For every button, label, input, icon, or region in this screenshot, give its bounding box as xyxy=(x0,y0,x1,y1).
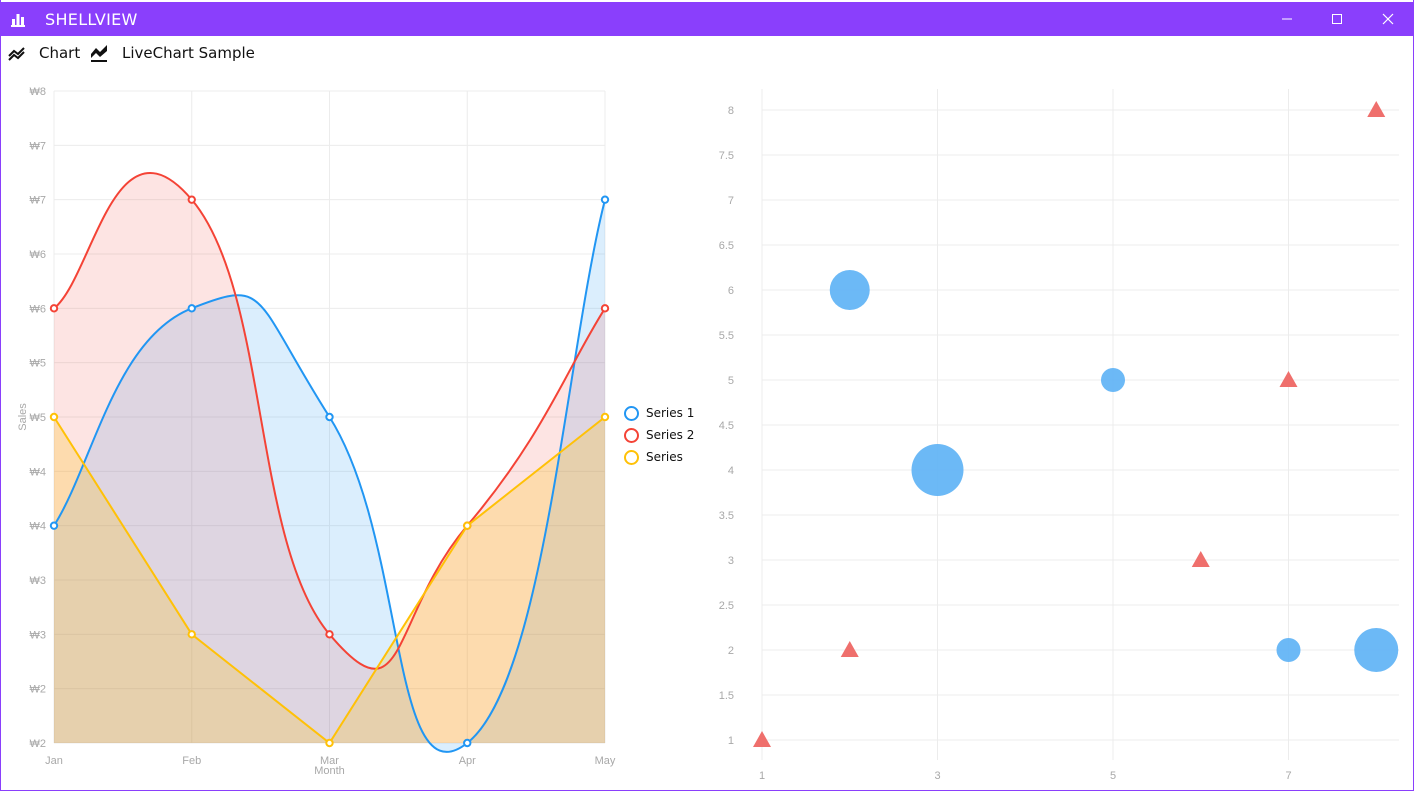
data-point xyxy=(463,738,472,748)
data-point xyxy=(325,738,334,748)
line-chart-outline-icon xyxy=(8,47,25,61)
minimize-icon xyxy=(1282,18,1292,20)
toolbar-item-chart[interactable]: Chart xyxy=(7,42,80,64)
bubble-point xyxy=(829,270,870,310)
y-tick-label: 7 xyxy=(728,195,734,207)
x-axis-title: Month xyxy=(314,765,345,777)
close-button[interactable] xyxy=(1363,2,1413,36)
x-tick-label: Feb xyxy=(182,755,201,767)
y-tick-label: 5 xyxy=(728,375,734,387)
line-chart-filled-icon xyxy=(91,45,107,62)
y-tick-label: 4.5 xyxy=(719,420,734,432)
bubble-point xyxy=(1354,628,1399,672)
y-tick-label: ₩6 xyxy=(30,303,47,315)
y-tick-label: ₩2 xyxy=(30,738,47,750)
x-tick-label: May xyxy=(595,755,616,767)
chart-legend: Series 1 Series 2 Series xyxy=(621,402,701,468)
legend-label: Series xyxy=(646,450,683,464)
legend-item-series-3[interactable]: Series xyxy=(621,446,701,468)
y-tick-label: 1 xyxy=(728,735,734,747)
data-point xyxy=(600,412,610,422)
y-axis-title: Sales xyxy=(17,403,29,431)
y-tick-label: ₩3 xyxy=(30,575,47,587)
y-tick-label: 5.5 xyxy=(719,330,734,342)
triangle-point xyxy=(1279,371,1298,387)
legend-swatch xyxy=(624,427,639,443)
y-tick-label: 6.5 xyxy=(719,240,734,252)
bubble-point xyxy=(911,444,964,496)
x-tick-label: 3 xyxy=(934,770,940,782)
toolbar-item-label: LiveChart Sample xyxy=(122,44,255,62)
toolbar: Chart LiveChart Sample xyxy=(1,36,1413,70)
app-window: SHELLVIEW Chart LiveChart Sample ₩2 ₩2 ₩3 ₩ xyxy=(0,0,1414,791)
triangle-point xyxy=(1367,101,1386,117)
data-point xyxy=(187,195,196,204)
data-point xyxy=(187,304,196,313)
y-tick-label: 3.5 xyxy=(719,510,734,522)
y-tick-label: ₩8 xyxy=(30,86,47,98)
x-tick-label: 7 xyxy=(1285,770,1291,782)
legend-item-series-2[interactable]: Series 2 xyxy=(621,424,701,446)
toolbar-item-livechart-sample[interactable]: LiveChart Sample xyxy=(89,42,255,64)
close-icon xyxy=(1382,13,1394,25)
y-tick-label: ₩2 xyxy=(30,684,47,696)
y-tick-label: ₩4 xyxy=(30,521,47,533)
toolbar-item-label: Chart xyxy=(39,44,81,62)
legend-item-series-1[interactable]: Series 1 xyxy=(621,402,701,424)
title-bar[interactable]: SHELLVIEW xyxy=(1,2,1413,36)
data-point xyxy=(600,195,610,204)
y-tick-label: ₩6 xyxy=(30,249,47,261)
y-tick-label: ₩4 xyxy=(30,466,47,478)
bar-chart-icon xyxy=(11,14,25,27)
triangle-point xyxy=(753,731,771,747)
y-tick-label: 2 xyxy=(728,645,734,657)
y-tick-label: 1.5 xyxy=(719,690,734,702)
y-tick-label: 6 xyxy=(728,285,734,297)
y-tick-label: 4 xyxy=(728,465,734,477)
data-point xyxy=(49,412,59,422)
y-tick-label: ₩5 xyxy=(30,358,47,370)
y-tick-label: 7.5 xyxy=(719,150,734,162)
data-point xyxy=(187,630,196,639)
maximize-button[interactable] xyxy=(1312,2,1362,36)
data-point xyxy=(49,304,59,313)
x-tick-label: 1 xyxy=(759,770,765,782)
y-tick-label: 2.5 xyxy=(719,600,734,612)
window-title: SHELLVIEW xyxy=(45,10,138,29)
y-tick-label: 8 xyxy=(728,105,734,117)
triangle-point xyxy=(840,641,859,657)
x-tick-label: Jan xyxy=(45,755,63,767)
legend-swatch xyxy=(624,449,639,465)
legend-label: Series 1 xyxy=(646,406,695,420)
x-tick-label: Apr xyxy=(459,755,476,767)
data-point xyxy=(325,630,334,639)
y-tick-label: ₩7 xyxy=(30,140,47,152)
data-point xyxy=(463,521,472,530)
bubble-point xyxy=(1276,638,1301,662)
triangle-point xyxy=(1191,551,1210,567)
bubble-scatter-chart: 1 1.5 2 2.5 3 3.5 4 4.5 5 5.5 6 6.5 7 7.5 8 1 3 5 7 xyxy=(719,89,1399,782)
bubble-point xyxy=(1101,368,1125,392)
y-tick-label: ₩7 xyxy=(30,195,47,207)
y-tick-label: ₩3 xyxy=(30,629,47,641)
legend-swatch xyxy=(624,405,639,421)
data-point xyxy=(325,412,334,422)
minimize-button[interactable] xyxy=(1262,2,1312,36)
y-tick-label: ₩5 xyxy=(30,412,47,424)
data-point xyxy=(600,304,610,313)
legend-label: Series 2 xyxy=(646,428,695,442)
y-tick-label: 3 xyxy=(728,555,734,567)
maximize-icon xyxy=(1332,14,1342,24)
x-tick-label: 5 xyxy=(1110,770,1116,782)
data-point xyxy=(49,521,59,530)
sales-area-chart: ₩2₩2₩3₩3₩4₩4₩5₩5₩6₩6₩7₩7₩8Jan Feb Mar Apr Ma… xyxy=(17,86,616,777)
